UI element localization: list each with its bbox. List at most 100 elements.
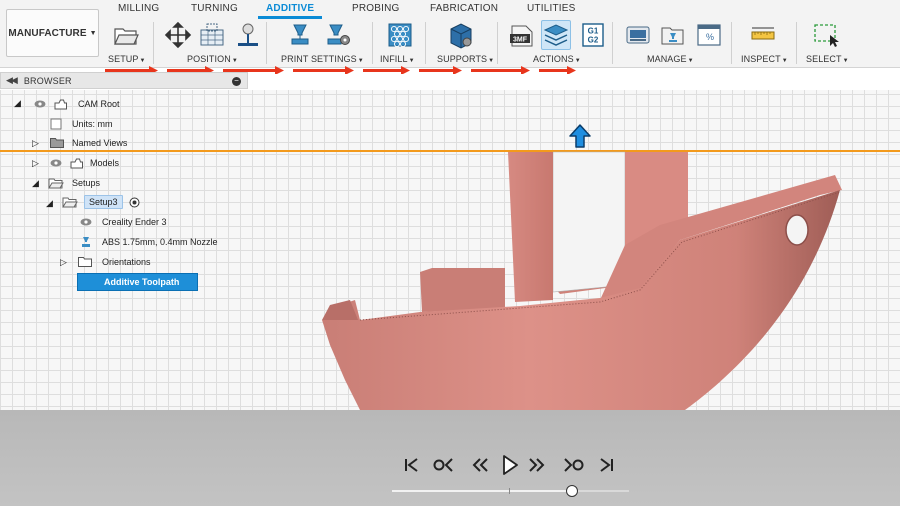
component-icon [70,158,83,169]
tree-item-units[interactable]: Units: mm [50,115,113,133]
export-3mf-badge: 3MF [513,37,528,44]
group-manage[interactable]: MANAGE▼ [647,54,694,64]
workspace-label: MANUFACTURE [8,27,87,39]
print-setting-edit-icon[interactable] [323,20,353,50]
divider [497,22,498,64]
expand-triangle-icon[interactable]: ▷ [32,138,39,149]
expand-triangle-icon[interactable]: ◢ [32,178,39,189]
group-infill[interactable]: INFILL▼ [380,54,415,64]
tree-item-print-setting[interactable]: ABS 1.75mm, 0.4mm Nozzle [80,233,218,251]
previous-operation-icon[interactable] [431,454,455,476]
tree-item-setups[interactable]: Setups [48,174,100,192]
tree-item-cam-root[interactable]: CAM Root [34,95,120,113]
tree-label: Setup3 [84,195,123,209]
arrange-grid-icon[interactable] [197,20,227,50]
print-setting-icon[interactable] [285,20,315,50]
group-position-label: POSITION [187,54,231,64]
ruler-icon[interactable] [748,20,778,50]
support-block-icon[interactable] [446,20,476,50]
tree-label: Creality Ender 3 [102,217,167,227]
build-plane-line [0,150,900,152]
tree-label: CAM Root [78,99,120,109]
tree-label: Named Views [72,138,128,148]
place-on-platform-icon[interactable] [233,20,263,50]
group-actions[interactable]: ACTIONS▼ [533,54,581,64]
tab-additive[interactable]: ADDITIVE [266,3,314,14]
tab-fabrication[interactable]: FABRICATION [430,3,498,14]
component-icon [54,99,67,110]
document-icon [50,118,62,130]
tree-label: Setups [72,178,101,188]
selection-box-icon[interactable] [811,20,841,50]
workspace-switcher[interactable]: MANUFACTURE ▼ [6,9,99,57]
expand-triangle-icon[interactable]: ◢ [14,98,21,109]
svg-text:%: % [706,32,714,42]
expand-triangle-icon[interactable]: ▷ [60,257,67,268]
eye-icon[interactable] [34,100,46,108]
eye-icon[interactable] [80,218,92,226]
tree-item-named-views[interactable]: Named Views [50,134,127,152]
tree-item-additive-toolpath[interactable]: Additive Toolpath [77,273,198,291]
group-inspect-label: INSPECT [741,54,781,64]
divider [796,22,797,64]
tree-item-models[interactable]: Models [50,154,119,172]
infill-hexagon-icon[interactable] [385,20,415,50]
folder-icon [78,257,92,267]
post-process-gcode-icon[interactable]: G1 G2 [578,20,608,50]
task-manager-icon[interactable]: % [694,20,724,50]
move-arrows-icon[interactable] [163,20,193,50]
group-setup[interactable]: SETUP▼ [108,54,146,64]
minimize-icon[interactable]: − [232,77,241,86]
group-supports[interactable]: SUPPORTS▼ [437,54,494,64]
tree-item-machine[interactable]: Creality Ender 3 [80,213,167,231]
tree-item-orientations[interactable]: Orientations [78,253,151,271]
tree-label: Units: mm [72,119,113,129]
divider [425,22,426,64]
group-select-label: SELECT [806,54,842,64]
machine-library-icon[interactable] [623,20,653,50]
collapse-panel-icon[interactable]: ◀◀ [6,75,18,86]
group-supports-label: SUPPORTS [437,54,488,64]
next-operation-icon[interactable] [562,454,586,476]
gcode-badge-g2: G2 [588,36,599,45]
tab-utilities[interactable]: UTILITIES [527,3,575,14]
folder-open-icon [48,178,64,189]
tree-item-setup3[interactable]: Setup3 [62,193,140,211]
simulation-playback-bar [0,410,900,506]
step-back-icon[interactable] [468,454,492,476]
group-select[interactable]: SELECT▼ [806,54,849,64]
tree-label: Orientations [102,257,151,267]
expand-triangle-icon[interactable]: ◢ [46,198,53,209]
group-inspect[interactable]: INSPECT▼ [741,54,788,64]
tab-turning[interactable]: TURNING [191,3,238,14]
setup-folder-icon[interactable] [111,20,141,50]
expand-triangle-icon[interactable]: ▷ [32,158,39,169]
skip-to-end-icon[interactable] [594,454,618,476]
divider [731,22,732,64]
browser-panel-header: ◀◀ BROWSER − [0,72,248,89]
tree-label: Models [90,158,120,168]
export-3mf-icon[interactable]: 3MF [507,20,537,50]
template-library-icon[interactable] [658,20,688,50]
simulate-layers-icon[interactable] [541,20,571,50]
timeline-slider[interactable] [392,485,629,497]
tab-probing[interactable]: PROBING [352,3,400,14]
step-forward-icon[interactable] [525,454,549,476]
timeline-progress [392,490,573,492]
timeline-handle[interactable] [566,485,579,497]
group-position[interactable]: POSITION▼ [187,54,238,64]
tree-label: Additive Toolpath [104,277,180,287]
ribbon-toolbar: MANUFACTURE ▼ MILLING TURNING ADDITIVE PR… [0,0,900,68]
print-setting-icon [82,237,90,247]
group-print-settings[interactable]: PRINT SETTINGS▼ [281,54,364,64]
eye-icon[interactable] [50,159,62,167]
tab-milling[interactable]: MILLING [118,3,159,14]
group-infill-label: INFILL [380,54,408,64]
canvas-viewport[interactable] [0,90,900,412]
skip-to-start-icon[interactable] [400,454,424,476]
active-setup-icon[interactable] [129,197,140,208]
folder-open-icon [62,197,78,208]
divider [153,22,154,64]
up-arrow-icon[interactable] [568,123,592,149]
play-icon[interactable] [497,454,521,476]
